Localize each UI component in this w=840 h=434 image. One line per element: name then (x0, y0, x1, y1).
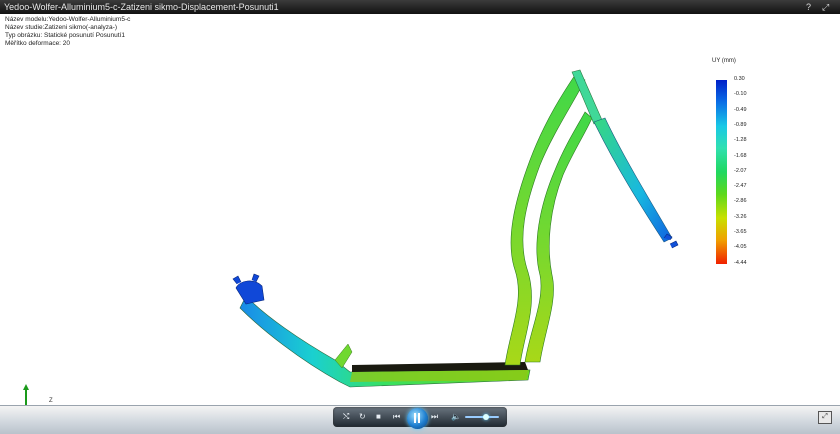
legend-tick: -0.89 (734, 121, 747, 128)
legend-colorbar (716, 80, 727, 264)
z-axis-label: Z (49, 398, 53, 404)
plot-type: Typ obrázku: Statické posunutí Posunutí1 (5, 32, 125, 39)
study-info: Název modelu:Yedoo-Wolfer-Alluminium5-c … (5, 16, 130, 48)
fullscreen-button[interactable]: ⤢ (818, 411, 832, 424)
study-name: Název studie:Zatizeni sikmo(-analyza-) (5, 24, 117, 31)
legend-tick: 0.30 (734, 76, 745, 82)
next-icon[interactable]: ⏭ (431, 412, 438, 422)
volume-slider-thumb[interactable] (483, 414, 489, 420)
legend-tick: -0.49 (734, 106, 747, 113)
legend-tick: -4.44 (734, 259, 747, 266)
volume-icon[interactable]: 🔈 (451, 412, 461, 422)
stop-icon[interactable]: ■ (376, 412, 381, 422)
legend-unit: UY (mm) (712, 58, 736, 64)
legend-tick: -4.05 (734, 244, 747, 251)
legend-tick: -3.65 (734, 229, 747, 235)
model-name: Název modelu:Yedoo-Wolfer-Alluminium5-c (5, 16, 131, 23)
pause-icon (414, 413, 416, 423)
color-legend: UY (mm) 0.30 -0.10 -0.49 -0.89 -1.28 -1.… (700, 58, 760, 270)
legend-tick: -2.07 (734, 167, 747, 174)
help-button[interactable]: ? (806, 1, 811, 13)
legend-tick: -3.26 (734, 213, 747, 220)
previous-icon[interactable]: ⏮ (393, 412, 400, 422)
repeat-icon[interactable]: ↻ (359, 412, 366, 422)
volume-slider[interactable] (465, 416, 499, 418)
window-titlebar: Yedoo-Wolfer-Alluminium5-c-Zatizeni sikm… (0, 0, 840, 14)
pause-button[interactable] (407, 408, 428, 429)
close-button[interactable]: ⤢ (822, 1, 829, 13)
legend-tick: -2.86 (734, 198, 747, 205)
legend-tick: -1.68 (734, 152, 747, 159)
window-title: Yedoo-Wolfer-Alluminium5-c-Zatizeni sikm… (4, 2, 279, 12)
legend-tick: -2.47 (734, 183, 747, 190)
legend-tick: -1.28 (734, 137, 747, 144)
deformation-scale: Měřítko deformace: 20 (5, 40, 71, 47)
legend-tick: -0.10 (734, 91, 747, 98)
shuffle-icon[interactable]: ⤭ (343, 412, 349, 422)
